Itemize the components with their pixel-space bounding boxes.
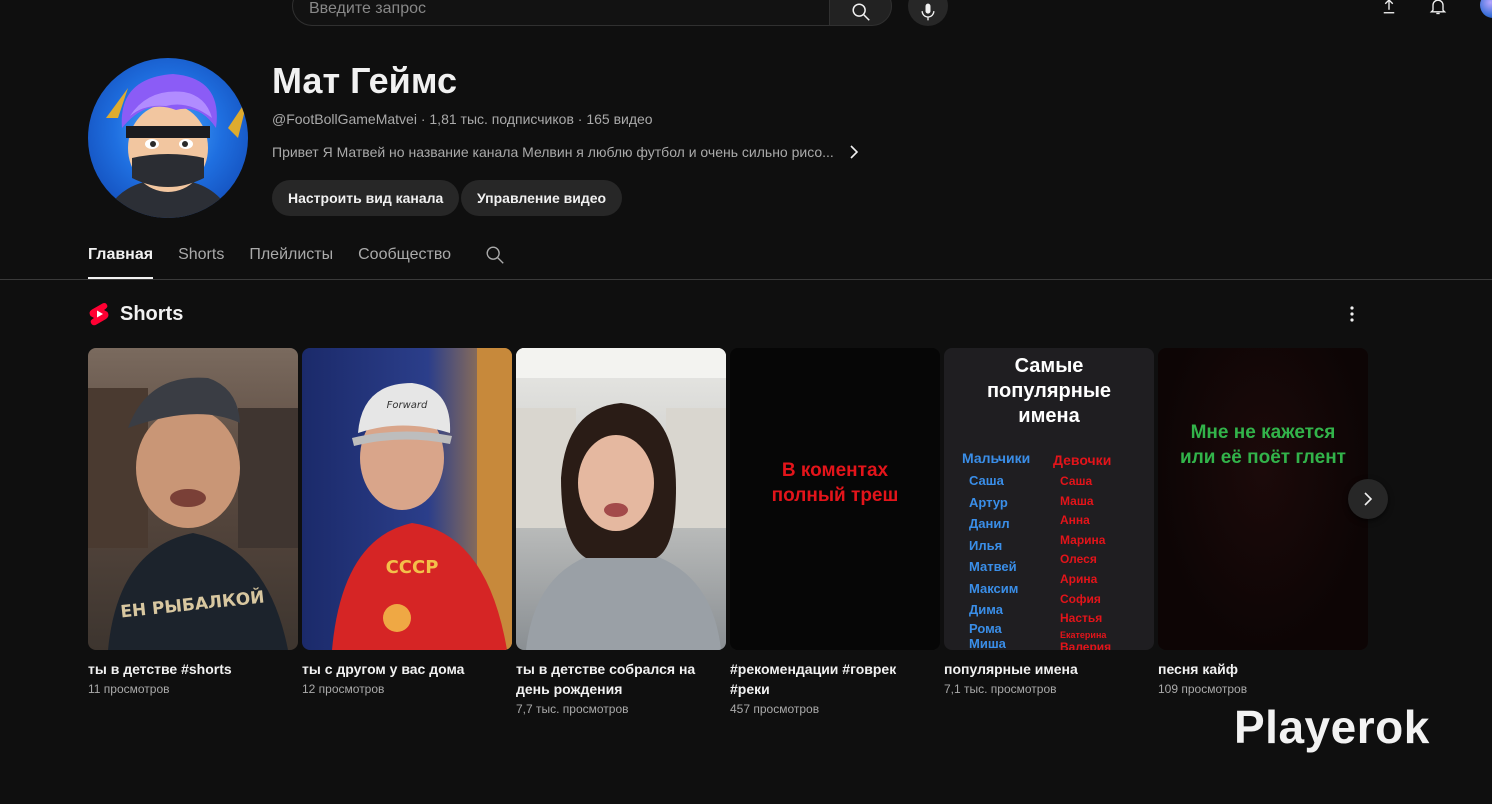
name-item: Данил	[969, 516, 1010, 531]
short-thumbnail[interactable]: ЕН РЫБАЛКОЙ	[88, 348, 298, 650]
name-item: София	[1060, 591, 1101, 606]
name-item: Саша	[969, 473, 1004, 488]
short-views: 12 просмотров	[302, 682, 385, 696]
short-views: 457 просмотров	[730, 702, 820, 716]
short-thumbnail[interactable]: Forward СССР	[302, 348, 512, 650]
cap-print: Forward	[387, 400, 428, 411]
short-title[interactable]: популярные имена	[944, 659, 1139, 679]
name-item: Артур	[969, 494, 1008, 510]
short-title[interactable]: ты в детстве #shorts	[88, 659, 283, 679]
thumbnail-text: Мне не кажется или её поёт глент	[1180, 422, 1346, 468]
name-item: Илья	[969, 537, 1003, 553]
thumbnail-image: Forward СССР	[332, 348, 512, 650]
name-item: Настья	[1060, 611, 1103, 626]
tab-playlists[interactable]: Плейлисты	[249, 236, 333, 279]
channel-meta: @FootBollGameMatvei · 1,81 тыс. подписчи…	[272, 111, 653, 127]
tab-community[interactable]: Сообщество	[358, 236, 451, 279]
short-views: 11 просмотров	[88, 682, 170, 696]
channel-tabs: Главная Shorts Плейлисты Сообщество	[88, 236, 531, 279]
thumbnail-image	[516, 348, 726, 650]
shorts-logo-icon	[89, 303, 109, 326]
girls-header: Девочки	[1053, 452, 1112, 468]
name-item: Маша	[1060, 493, 1094, 508]
name-item: Рома	[969, 620, 1002, 636]
short-thumbnail[interactable]: В коментах полный треш	[730, 348, 940, 650]
short-views: 109 просмотров	[1158, 682, 1248, 696]
short-title[interactable]: ты в детстве собрался на день рождения	[516, 659, 711, 699]
customize-channel-button[interactable]: Настроить вид канала	[272, 180, 460, 216]
create-button[interactable]	[1377, 0, 1401, 18]
shelf-title-text: Shorts	[120, 302, 184, 325]
channel-handle: @FootBollGameMatvei	[272, 111, 417, 127]
search-icon	[486, 246, 504, 264]
meta-separator: ·	[416, 111, 430, 127]
name-item: Екатерина	[1060, 629, 1107, 640]
search-button[interactable]	[829, 0, 892, 26]
shelf-next-button[interactable]	[1348, 479, 1388, 519]
short-thumbnail[interactable]: Самые популярные имена Мальчики Девочки …	[944, 348, 1154, 650]
shelf-menu-button[interactable]	[1340, 302, 1364, 326]
name-item: Миша	[969, 635, 1006, 650]
manage-videos-button[interactable]: Управление видео	[461, 180, 623, 216]
search-input[interactable]	[309, 0, 789, 18]
boys-list: Саша Артур Данил Илья Матвей Максим Дима…	[969, 470, 1018, 650]
thumbnail-text: Самые популярные имена	[986, 355, 1112, 427]
more-vert-icon	[1350, 306, 1354, 322]
short-views: 7,7 тыс. просмотров	[516, 702, 629, 716]
shirt-print: СССР	[386, 557, 439, 578]
channel-name: Мат Геймс	[272, 60, 457, 101]
short-views: 7,1 тыс. просмотров	[944, 682, 1057, 696]
notifications-button[interactable]	[1426, 0, 1450, 18]
short-card[interactable]: В коментах полный треш #рекомендации #го…	[730, 348, 940, 716]
name-item: Дима	[969, 602, 1003, 617]
short-card[interactable]: Forward СССР ты с другом у вас дома 12 п…	[302, 348, 512, 696]
tab-search-button[interactable]	[484, 236, 506, 279]
name-item: Валерия	[1060, 639, 1112, 650]
search-box[interactable]	[292, 0, 829, 26]
thumbnail-text: В коментах полный треш	[771, 460, 899, 506]
tabs-divider	[0, 279, 1492, 280]
watermark: Playerok	[1234, 701, 1430, 753]
tab-home[interactable]: Главная	[88, 236, 154, 279]
short-title[interactable]: песня кайф	[1158, 659, 1353, 679]
short-card[interactable]: Самые популярные имена Мальчики Девочки …	[944, 348, 1154, 696]
subscriber-count: 1,81 тыс. подписчиков	[429, 111, 574, 127]
thumbnail-image: ЕН РЫБАЛКОЙ	[88, 377, 298, 650]
meta-separator: ·	[573, 111, 587, 127]
short-thumbnail[interactable]	[516, 348, 726, 650]
name-item: Матвей	[969, 559, 1017, 574]
short-card[interactable]: ЕН РЫБАЛКОЙ ты в детстве #shorts 11 прос…	[88, 348, 298, 696]
voice-search-button[interactable]	[908, 0, 948, 26]
shorts-shelf-title: Shorts	[88, 302, 183, 326]
name-item: Арина	[1060, 571, 1098, 586]
tab-shorts[interactable]: Shorts	[178, 236, 224, 279]
chevron-right-icon	[1364, 492, 1373, 506]
short-card[interactable]: Мне не кажется или её поёт глент песня к…	[1158, 348, 1368, 696]
video-count: 165 видео	[586, 111, 653, 127]
short-title[interactable]: ты с другом у вас дома	[302, 659, 497, 679]
channel-avatar	[88, 58, 248, 218]
avatar-illustration	[106, 74, 248, 218]
chevron-right-icon	[850, 145, 858, 159]
account-avatar[interactable]	[1480, 0, 1492, 18]
short-card[interactable]: ты в детстве собрался на день рождения 7…	[516, 348, 726, 716]
name-item: Саша	[1060, 474, 1093, 488]
bell-icon	[1429, 0, 1447, 15]
upload-icon	[1383, 0, 1395, 14]
name-item: Марина	[1060, 532, 1106, 547]
name-item: Анна	[1060, 513, 1090, 528]
mic-icon	[921, 3, 935, 21]
channel-description[interactable]: Привет Я Матвей но название канала Мелви…	[272, 144, 860, 160]
name-item: Максим	[969, 580, 1019, 596]
short-thumbnail[interactable]: Мне не кажется или её поёт глент	[1158, 348, 1368, 650]
short-title[interactable]: #рекомендации #говрек #реки	[730, 659, 925, 699]
name-item: Олеся	[1060, 552, 1097, 567]
description-text: Привет Я Матвей но название канала Мелви…	[272, 144, 834, 160]
boys-header: Мальчики	[962, 450, 1031, 466]
girls-list: Саша Маша Анна Марина Олеся Арина София …	[1060, 472, 1111, 650]
search-icon	[851, 3, 870, 21]
